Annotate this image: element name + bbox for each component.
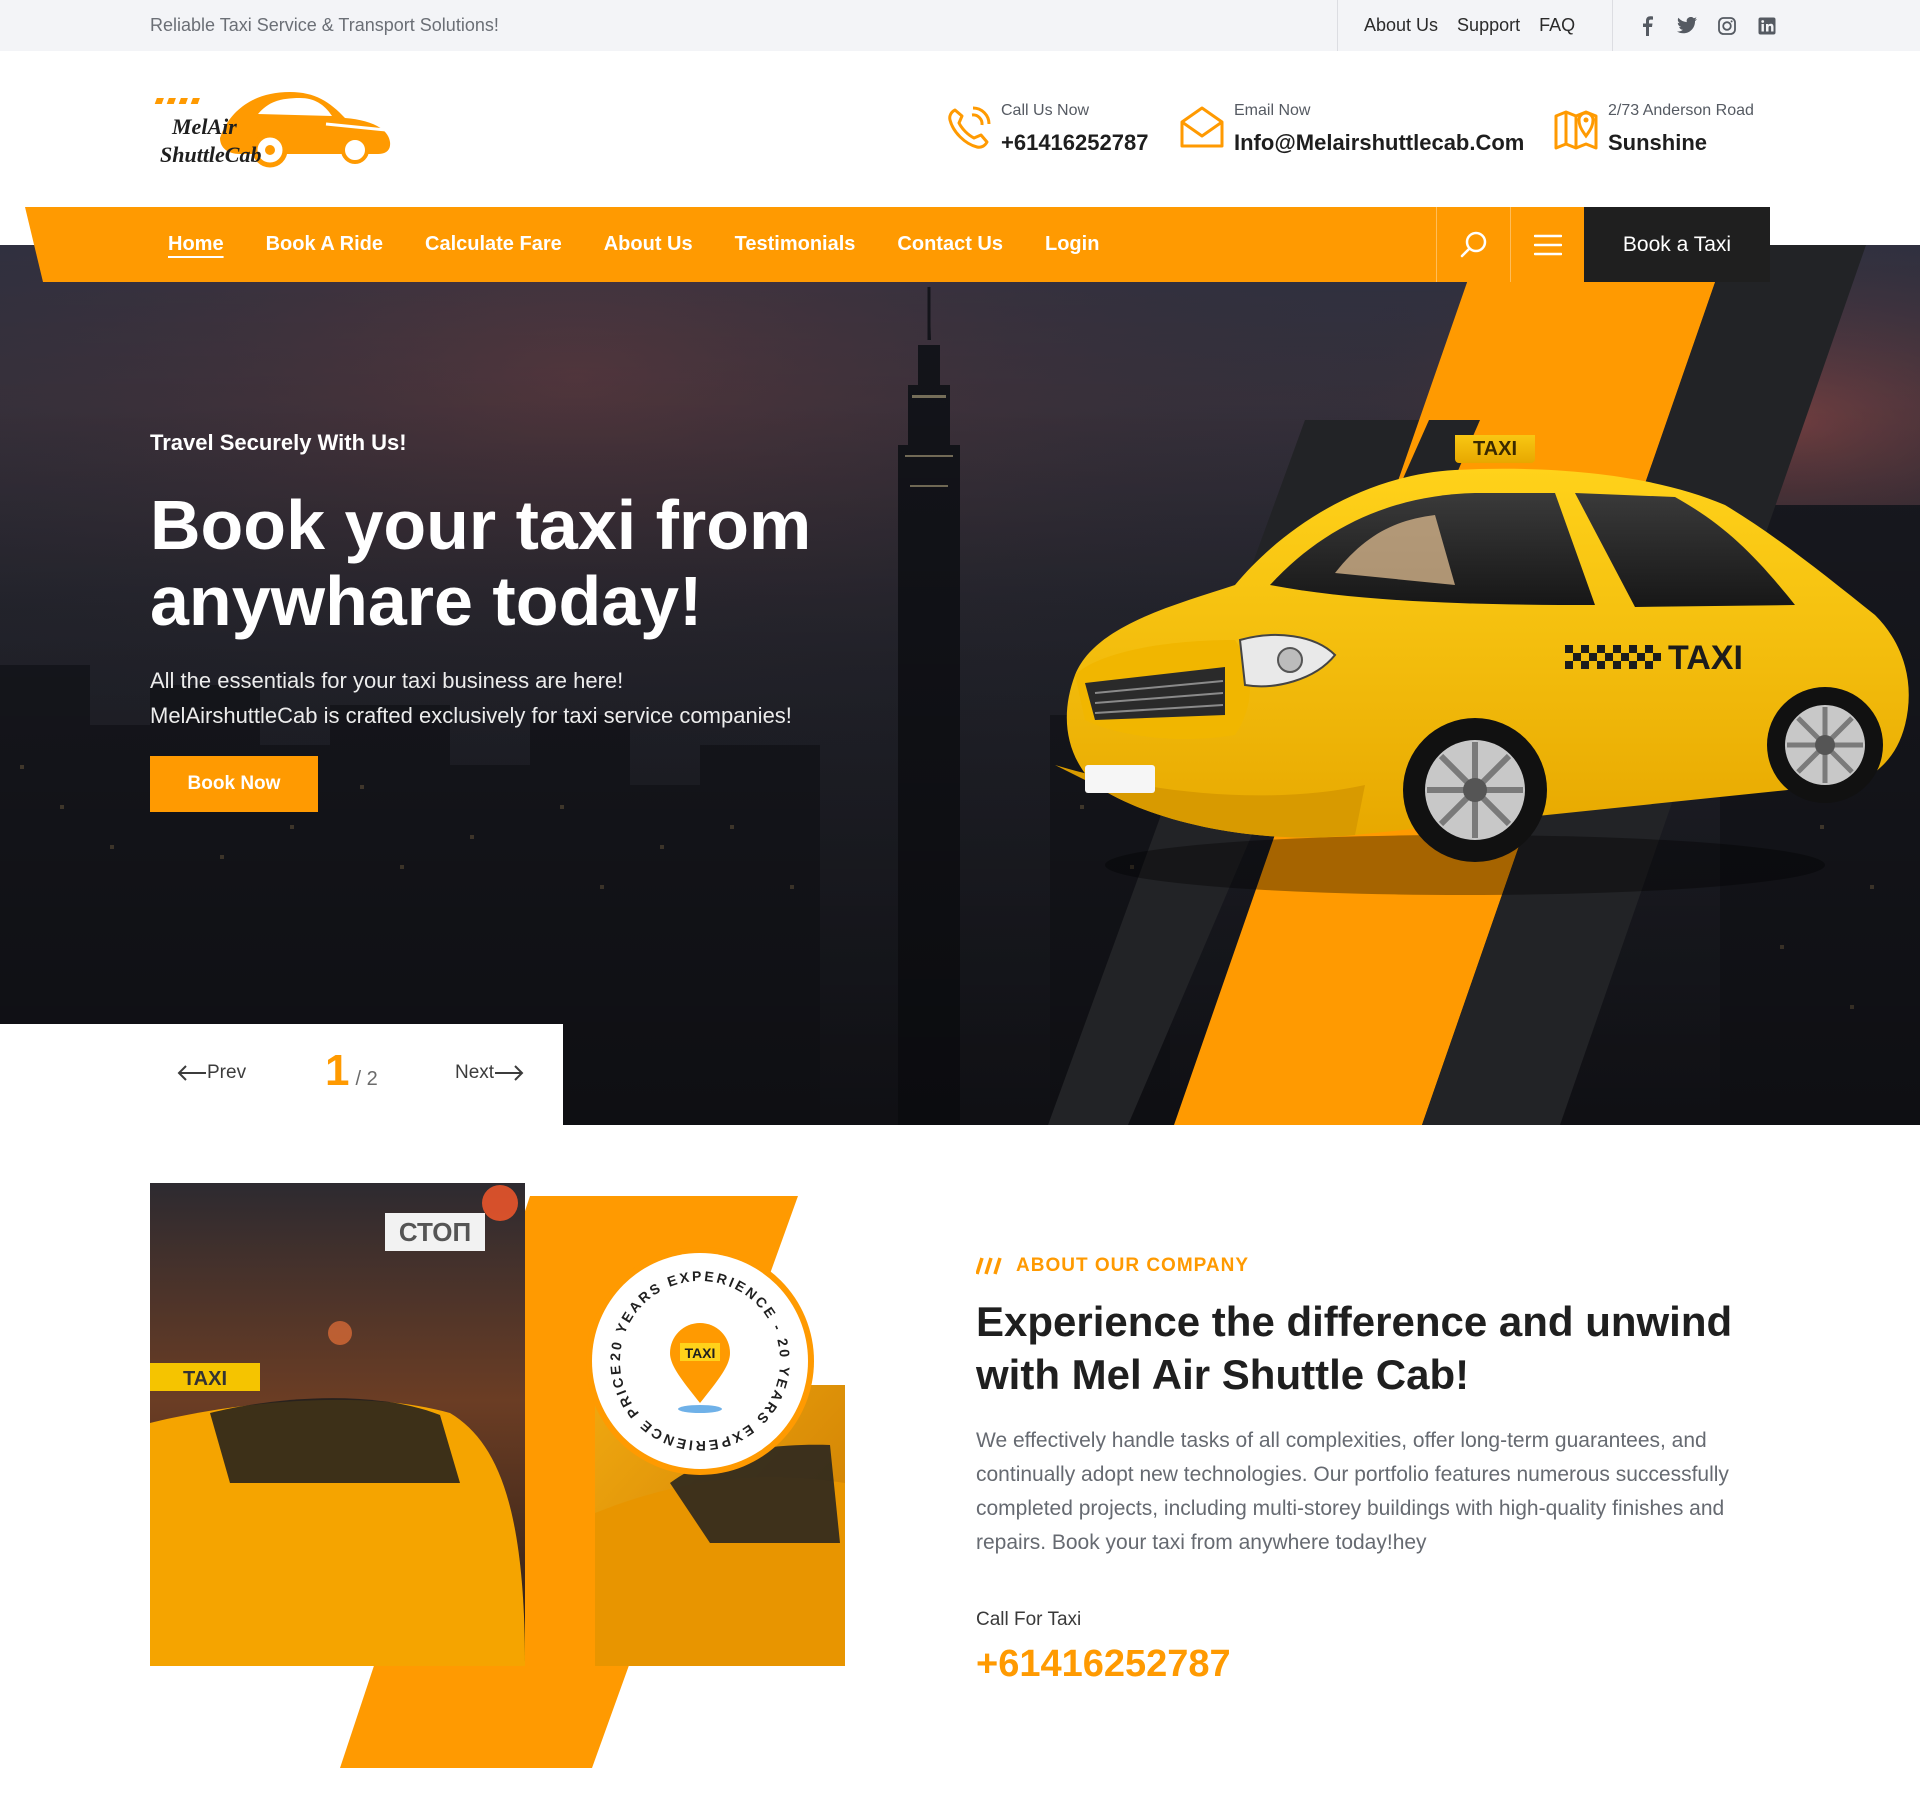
arrow-right-icon (495, 1065, 524, 1081)
email-label: Email Now (1234, 102, 1311, 119)
call-value[interactable]: +61416252787 (1001, 130, 1148, 156)
hero-desc-line1: All the essentials for your taxi busines… (150, 668, 624, 693)
facebook-icon[interactable] (1637, 15, 1657, 36)
nav-book-a-ride[interactable]: Book A Ride (266, 233, 383, 256)
nav-testimonials[interactable]: Testimonials (735, 233, 856, 256)
arrow-left-icon (177, 1065, 206, 1081)
book-a-taxi-button[interactable]: Book a Taxi (1584, 207, 1770, 282)
top-link-faq[interactable]: FAQ (1539, 15, 1575, 36)
about-tag-label: ABOUT OUR COMPANY (1016, 1255, 1250, 1276)
badge-center-text: TAXI (685, 1345, 716, 1361)
tagline: Reliable Taxi Service & Transport Soluti… (150, 15, 499, 35)
svg-text:TAXI: TAXI (183, 1368, 227, 1390)
slide-current: 1 (325, 1046, 350, 1095)
address-value: Sunshine (1608, 130, 1708, 155)
nav-contact-us[interactable]: Contact Us (897, 233, 1003, 256)
slide-counter: 1 / 2 (325, 1046, 378, 1096)
phone-icon (943, 102, 995, 154)
logo-line1: MelAir (171, 114, 237, 139)
taxi-side-text: TAXI (1668, 639, 1743, 677)
book-now-button[interactable]: Book Now (150, 756, 318, 812)
top-link-support[interactable]: Support (1457, 15, 1520, 36)
about-title: Experience the difference and unwind wit… (976, 1298, 1733, 1398)
search-icon (1460, 231, 1486, 257)
about-description: We effectively handle tasks of all compl… (976, 1429, 1729, 1554)
instagram-icon[interactable] (1717, 16, 1737, 36)
main-nav: Home Book A Ride Calculate Fare About Us… (168, 207, 1141, 282)
next-label: Next (455, 1062, 495, 1083)
menu-button[interactable] (1510, 207, 1584, 282)
email-value[interactable]: Info@Melairshuttlecab.Com (1234, 130, 1524, 156)
nav-home[interactable]: Home (168, 233, 224, 256)
call-for-taxi-label: Call For Taxi (976, 1609, 1082, 1630)
next-button[interactable]: Next (455, 1062, 524, 1084)
top-links: About Us Support FAQ (1337, 0, 1594, 51)
taxi-car-image: TAXI TAXI (1055, 435, 1909, 895)
top-bar: Reliable Taxi Service & Transport Soluti… (0, 0, 1920, 51)
slashes-icon (976, 1257, 1002, 1275)
logo-line2: ShuttleCab (160, 142, 261, 167)
call-for-taxi-phone[interactable]: +61416252787 (976, 1643, 1231, 1686)
stop-sign-text: СТОП (399, 1217, 471, 1247)
hero-subtitle: Travel Securely With Us! (150, 430, 407, 455)
top-link-about-us[interactable]: About Us (1364, 15, 1438, 36)
slider-controls: Prev 1 / 2 Next (0, 1024, 563, 1125)
contact-address: 2/73 Anderson Road Sunshine (1550, 100, 1754, 156)
hero-description: All the essentials for your taxi busines… (150, 663, 910, 733)
prev-label: Prev (207, 1062, 247, 1083)
nav-calculate-fare[interactable]: Calculate Fare (425, 233, 562, 256)
map-pin-icon (1550, 102, 1602, 154)
envelope-icon (1176, 102, 1228, 154)
address-label: 2/73 Anderson Road (1608, 102, 1754, 119)
site-logo[interactable]: MelAir ShuttleCab (150, 84, 400, 174)
call-label: Call Us Now (1001, 102, 1090, 119)
prev-button[interactable]: Prev (177, 1062, 246, 1084)
hamburger-icon (1533, 234, 1562, 255)
hero-desc-line2: MelAirshuttleCab is crafted exclusively … (150, 703, 792, 728)
contact-email: Email Now Info@Melairshuttlecab.Com (1176, 100, 1524, 156)
contact-call: Call Us Now +61416252787 (943, 100, 1148, 156)
hero-title: Book your taxi from anywhare today! (150, 486, 812, 640)
slide-total: / 2 (355, 1068, 378, 1090)
taxi-roof-sign: TAXI (1473, 438, 1517, 460)
search-button[interactable] (1436, 207, 1510, 282)
nav-login[interactable]: Login (1045, 233, 1099, 256)
about-images: СТОП TAXI 20 YEARS EXPERIENCE - 20 YEARS… (150, 1183, 845, 1768)
about-tag: ABOUT OUR COMPANY (976, 1255, 1249, 1277)
hero-slider: TAXI TAXI Travel Securely With Us! Book … (0, 245, 1920, 1125)
twitter-icon[interactable] (1677, 16, 1697, 36)
linkedin-icon[interactable] (1757, 16, 1777, 36)
social-links (1612, 0, 1797, 51)
nav-about-us[interactable]: About Us (604, 233, 693, 256)
